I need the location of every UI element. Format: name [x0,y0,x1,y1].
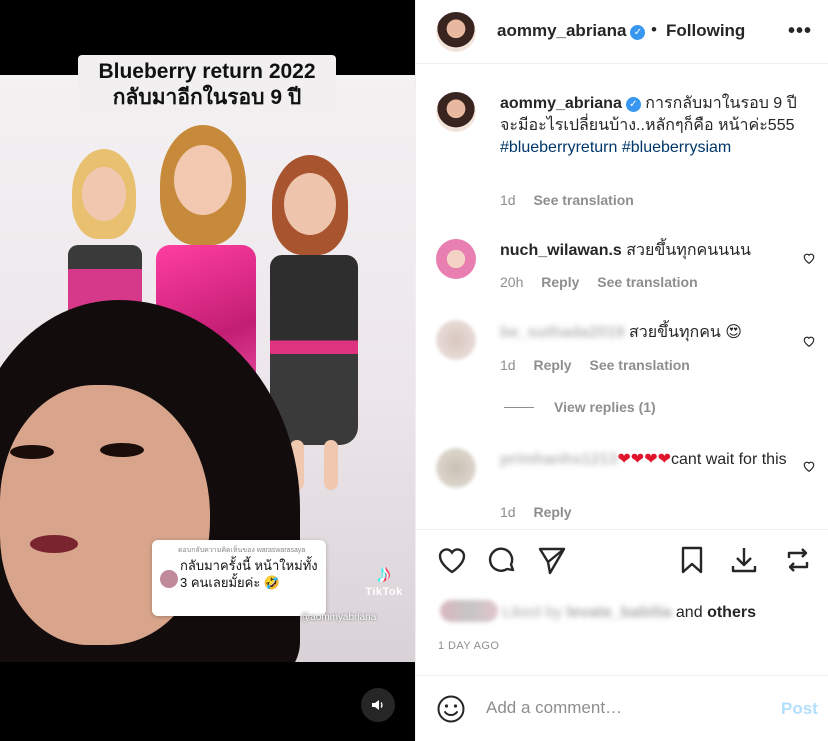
reply-button[interactable]: Reply [533,357,571,373]
comment-body: สวยขึ้นทุกคน 😍 [628,324,742,341]
reply-card-text: กลับมาครั้งนี้ หน้าใหม่ทั้ง 3 คนเลยมั้ยค… [180,558,318,590]
selfie-eye [10,445,54,459]
comment-age: 1d [500,504,516,520]
hashtag-link[interactable]: #blueberryreturn [500,139,617,156]
see-translation-button[interactable]: See translation [533,192,633,208]
caption-age: 1d [500,192,516,208]
video-title-line1: Blueberry return 2022 [98,60,316,83]
reply-button[interactable]: Reply [533,504,571,520]
post-comment-button[interactable]: Post [781,699,818,719]
video-title-line2: กลับมาอีกในรอบ 9 ปี [112,86,302,109]
selfie-eye [100,443,144,457]
post-timestamp[interactable]: 1 DAY AGO [438,640,499,652]
view-replies-button[interactable]: View replies (1) [504,399,656,415]
speaker-icon [372,700,383,710]
comment-avatar[interactable] [436,320,476,360]
comment-text: nuch_wilawan.s สวยขึ้นทุกคนนนน [500,240,800,262]
download-icon[interactable] [728,544,760,576]
likes-summary[interactable]: Liked by levate_babilia and others [440,600,756,622]
liked-by-others[interactable]: others [707,604,756,621]
author-username-row[interactable]: aommy_abriana ✓ [497,21,646,41]
comment-meta: 1d Reply [500,504,586,520]
comment-age: 1d [500,357,516,373]
comment-username[interactable]: be_suthada2019 [500,324,625,341]
verified-icon: ✓ [625,97,641,112]
tiktok-logo-icon: ♪ [377,558,391,588]
following-button[interactable]: Following [666,21,745,41]
comments-section[interactable]: aommy_abriana ✓ การกลับมาในรอบ 9 ปีจะมีอะ… [416,64,828,530]
view-replies-label[interactable]: View replies (1) [554,399,656,415]
tiktok-watermark: ♪ TikTok [362,560,406,598]
comment-like-icon[interactable] [802,334,816,348]
header-separator: • [651,20,657,39]
caption-text: aommy_abriana ✓ การกลับมาในรอบ 9 ปีจะมีอะ… [500,93,800,159]
caption-avatar[interactable] [436,92,476,132]
comment-username[interactable]: nuch_wilawan.s [500,242,622,259]
comment-body: cant wait for this [671,451,787,468]
comment-meta: 1d Reply See translation [500,357,704,373]
hearts-emoji: ❤❤❤❤ [617,451,672,468]
comment-avatar[interactable] [436,239,476,279]
comment-icon[interactable] [486,544,518,576]
bookmark-icon[interactable] [676,544,708,576]
comment-meta: 20h Reply See translation [500,274,712,290]
see-translation-button[interactable]: See translation [597,274,697,290]
reply-card-meta: ตอบกลับความคิดเห็นของ waraswarasaya [178,547,306,554]
reply-card-avatar [160,570,178,588]
comment-text: primhanhs1213❤❤❤❤cant wait for this [500,449,800,471]
liked-by-prefix: Liked by [502,604,563,621]
tiktok-handle: @aommyabriana [300,612,377,623]
author-username[interactable]: aommy_abriana [497,21,626,40]
liked-by-and: and [675,604,703,621]
post-actions [416,530,828,590]
video-title-card: Blueberry return 2022 กลับมาอีกในรอบ 9 ป… [78,55,336,117]
reply-button[interactable]: Reply [541,274,579,290]
smile-icon[interactable] [436,694,466,724]
replies-divider [504,407,534,408]
post-header: aommy_abriana ✓ • Following ••• [416,0,828,64]
caption-username[interactable]: aommy_abriana [500,95,622,112]
verified-icon: ✓ [630,25,646,40]
comment-like-icon[interactable] [802,459,816,473]
more-icon[interactable]: ••• [788,20,812,43]
comment-input[interactable] [486,698,766,718]
hashtag-link[interactable]: #blueberrysiam [622,139,731,156]
comment-text: be_suthada2019 สวยขึ้นทุกคน 😍 [500,322,800,344]
comment-username[interactable]: primhanhs1213 [500,451,617,468]
liker-avatars [440,600,498,622]
see-translation-button[interactable]: See translation [589,357,689,373]
share-icon[interactable] [536,544,568,576]
author-avatar[interactable] [436,12,476,52]
sound-toggle-button[interactable] [361,688,395,722]
repost-icon[interactable] [782,544,814,576]
comment-like-icon[interactable] [802,251,816,265]
liked-by-user[interactable]: levate_babilia [567,604,672,621]
post-media[interactable]: Blueberry return 2022 กลับมาอีกในรอบ 9 ป… [0,0,415,741]
tiktok-reply-card: ตอบกลับความคิดเห็นของ waraswarasaya กลับ… [152,540,326,616]
caption-meta: 1d See translation [500,192,648,208]
comment-avatar[interactable] [436,448,476,488]
add-comment-bar: Post [416,675,828,741]
comment-body: สวยขึ้นทุกคนนนน [626,242,751,259]
selfie-mouth [30,535,78,553]
heart-icon[interactable] [436,544,468,576]
post-panel: aommy_abriana ✓ • Following ••• aommy_abr… [415,0,828,741]
tiktok-label: TikTok [365,586,403,598]
comment-age: 20h [500,274,524,290]
